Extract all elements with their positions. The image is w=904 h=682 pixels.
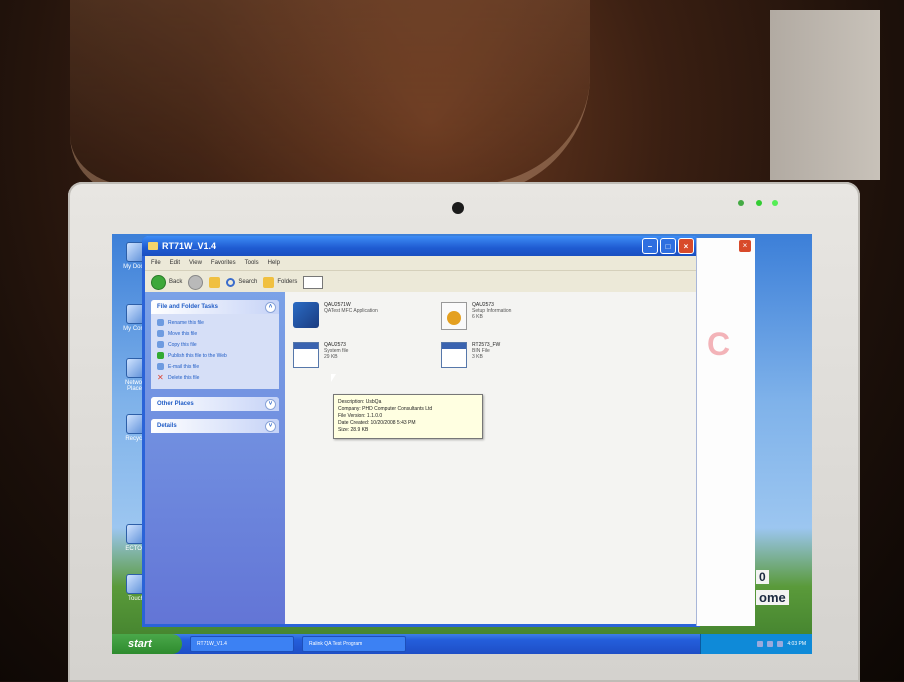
start-button[interactable]: start <box>112 634 182 654</box>
window-title: RT71W_V1.4 <box>162 241 217 251</box>
screen: My Docur My Comp Network Places Recycle … <box>112 234 812 654</box>
network-icon[interactable] <box>777 641 784 647</box>
other-places-panel: Other Places ˅ <box>151 397 279 411</box>
expand-icon[interactable]: ˅ <box>265 398 276 410</box>
file-folder-tasks-header[interactable]: File and Folder Tasks ˄ <box>151 300 279 314</box>
file-folder-tasks-panel: File and Folder Tasks ˄ Rename this file… <box>151 300 279 389</box>
back-button[interactable]: Back <box>151 274 182 290</box>
menu-edit[interactable]: Edit <box>170 260 180 266</box>
tray-icon[interactable] <box>757 641 764 647</box>
close-button[interactable]: × <box>678 238 694 254</box>
status-led <box>756 200 762 206</box>
menu-favorites[interactable]: Favorites <box>211 260 236 266</box>
other-places-header[interactable]: Other Places ˅ <box>151 397 279 411</box>
background-window: × C <box>696 238 755 626</box>
task-delete[interactable]: ✕ Delete this file <box>151 372 279 383</box>
background-shelf <box>770 10 880 180</box>
forward-button[interactable] <box>188 274 204 290</box>
folder-icon <box>148 242 158 250</box>
task-publish[interactable]: Publish this file to the Web <box>151 350 279 361</box>
edge-text: ome <box>756 590 789 605</box>
details-header[interactable]: Details ˅ <box>151 419 279 433</box>
details-panel: Details ˅ <box>151 419 279 433</box>
taskbar-button-qa-program[interactable]: Ralink QA Test Program <box>302 636 406 652</box>
file-item[interactable]: QAU2571W QATest MFC Application <box>293 302 378 328</box>
file-item[interactable]: RT2573_FW BIN File 3 KB <box>441 342 500 368</box>
glass-object <box>70 0 590 195</box>
setup-info-icon <box>441 302 467 330</box>
file-item[interactable]: QAU2573 System file 29 KB <box>293 342 348 368</box>
back-arrow-icon <box>151 274 166 290</box>
task-move[interactable]: Move this file <box>151 328 279 339</box>
folders-icon <box>263 276 275 288</box>
explorer-window: RT71W_V1.4 – □ × File Edit View Favorite… <box>142 236 700 627</box>
rename-icon <box>157 319 164 326</box>
file-list: QAU2571W QATest MFC Application QAU2573 Se… <box>285 292 697 624</box>
maximize-button[interactable]: □ <box>660 238 676 254</box>
email-icon <box>157 363 164 370</box>
menu-tools[interactable]: Tools <box>245 260 259 266</box>
views-button[interactable] <box>303 275 324 289</box>
globe-icon <box>157 352 164 359</box>
toolbar: Back Search Folders <box>145 271 697 294</box>
task-copy[interactable]: Copy this file <box>151 339 279 350</box>
status-led <box>738 200 744 206</box>
taskbar-button-explorer[interactable]: RT71W_V1.4 <box>190 636 294 652</box>
bin-file-icon <box>441 342 467 368</box>
search-icon <box>226 277 236 287</box>
system-tray: 4:03 PM <box>700 634 812 654</box>
taskbar: start RT71W_V1.4 Ralink QA Test Program … <box>112 634 812 654</box>
copy-icon <box>157 341 164 348</box>
edge-text: 0 <box>756 570 769 584</box>
webcam-icon <box>452 202 464 214</box>
explorer-content: File and Folder Tasks ˄ Rename this file… <box>145 292 697 624</box>
file-tooltip: Description: UsbQa Company: PHD Computer… <box>333 394 483 439</box>
application-icon <box>293 302 319 328</box>
collapse-icon[interactable]: ˄ <box>265 301 276 313</box>
clock[interactable]: 4:03 PM <box>787 641 806 647</box>
file-item[interactable]: QAU2573 Setup Information 6 KB <box>441 302 511 330</box>
task-rename[interactable]: Rename this file <box>151 317 279 328</box>
expand-icon[interactable]: ˅ <box>265 420 276 432</box>
system-file-icon <box>293 342 319 368</box>
menu-help[interactable]: Help <box>268 260 280 266</box>
task-email[interactable]: E-mail this file <box>151 361 279 372</box>
tray-icon[interactable] <box>767 641 774 647</box>
search-button[interactable]: Search <box>226 277 257 287</box>
folders-button[interactable]: Folders <box>263 276 297 288</box>
large-letter: C <box>707 326 731 362</box>
status-led <box>772 200 778 206</box>
move-icon <box>157 330 164 337</box>
menu-bar: File Edit View Favorites Tools Help <box>145 256 697 271</box>
menu-view[interactable]: View <box>189 260 202 266</box>
menu-file[interactable]: File <box>151 260 161 266</box>
close-button[interactable]: × <box>739 240 751 252</box>
delete-icon: ✕ <box>157 373 164 382</box>
mouse-cursor-icon <box>331 374 336 382</box>
up-folder-button[interactable] <box>209 276 221 288</box>
window-titlebar[interactable]: RT71W_V1.4 – □ × <box>142 236 700 256</box>
task-pane: File and Folder Tasks ˄ Rename this file… <box>145 292 285 624</box>
minimize-button[interactable]: – <box>642 238 658 254</box>
